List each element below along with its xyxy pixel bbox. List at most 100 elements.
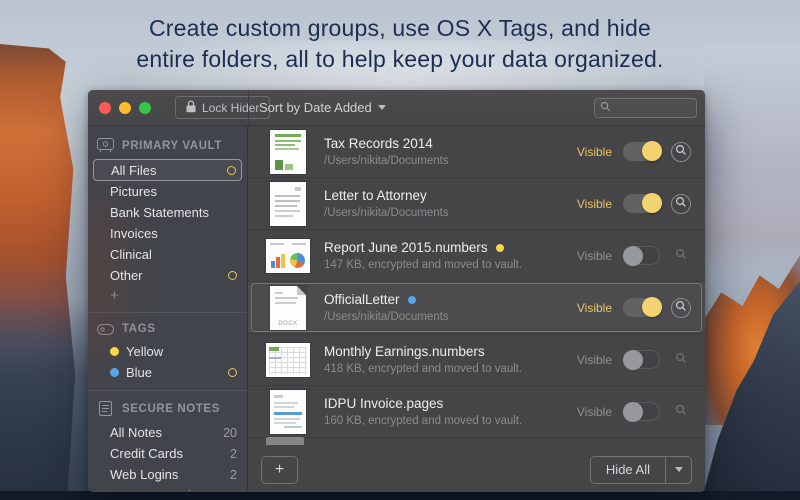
file-info: Tax Records 2014/Users/nikita/Documents [324,136,449,167]
preview-search-button[interactable] [671,194,691,214]
sidebar-item-invoices[interactable]: Invoices [88,223,247,244]
tag-color-dot [110,368,119,377]
file-thumbnail [270,390,306,434]
toggle-knob [623,350,643,370]
sidebar-section-header-secure-notes: SECURE NOTES [88,393,247,422]
add-file-button[interactable]: + [261,456,298,484]
row-controls: Visible [577,142,691,162]
file-thumbnail-slot [266,130,310,174]
file-thumbnail [270,130,306,174]
visible-label: Visible [577,197,612,211]
visible-label: Visible [577,301,612,315]
app-window: Lock Hider Sort by Date Added PRIMARY VA… [88,90,705,492]
visible-label: Visible [577,145,612,159]
sort-menu[interactable]: Sort by Date Added [259,100,386,115]
hide-all-button[interactable]: Hide All [591,457,665,483]
file-name: Monthly Earnings.numbers [324,344,485,359]
visibility-toggle[interactable] [623,194,660,213]
sidebar-item-web-logins[interactable]: Web Logins2 [88,464,247,485]
file-row[interactable]: Letter to Attorney/Users/nikita/Document… [248,178,705,230]
vault-icon [96,138,114,153]
sidebar-item-account-numbers[interactable]: Account Numbers2 [88,485,247,491]
file-title-line: OfficialLetter [324,292,449,307]
row-controls: Visible [577,350,691,370]
sidebar-item-label: Clinical [110,247,152,262]
minimize-button[interactable] [119,102,131,114]
sidebar-item-all-notes[interactable]: All Notes20 [88,422,247,443]
preview-search-button[interactable] [671,298,691,318]
note-icon [96,401,114,416]
sidebar: PRIMARY VAULT All FilesPictures Bank State… [88,126,248,491]
yellow-ring-indicator [227,166,236,175]
wallpaper-left-shade [0,300,90,491]
file-subtitle: /Users/nikita/Documents [324,311,449,323]
visibility-toggle[interactable] [623,246,660,265]
file-title-line: IDPU Invoice.pages [324,396,522,411]
search-field[interactable] [594,98,697,118]
titlebar: Lock Hider Sort by Date Added [88,90,705,126]
wallpaper-right-mist [704,44,800,274]
chevron-down-icon [378,105,386,110]
yellow-ring-indicator [228,368,237,377]
sidebar-item-credit-cards[interactable]: Credit Cards2 [88,443,247,464]
sidebar-item-bank-statements[interactable]: Bank Statements [88,202,247,223]
file-thumbnail-slot [266,182,310,226]
file-thumbnail [266,239,310,273]
file-thumbnail [270,182,306,226]
headline-line-1: Create custom groups, use OS X Tags, and… [0,13,800,44]
preview-search-button[interactable] [671,350,691,370]
sidebar-item-other[interactable]: Other [88,265,247,286]
magnifier-icon [675,195,687,213]
sidebar-item-label: Invoices [110,226,158,241]
file-thumbnail-slot [266,239,310,273]
marketing-headline: Create custom groups, use OS X Tags, and… [0,13,800,75]
visibility-toggle[interactable] [623,402,660,421]
row-controls: Visible [577,402,691,422]
sidebar-section-title: PRIMARY VAULT [122,140,222,152]
file-subtitle: 418 KB, encrypted and moved to vault. [324,363,522,375]
file-row[interactable]: Tax Records 2014/Users/nikita/Documents V… [248,126,705,178]
zoom-button[interactable] [139,102,151,114]
sidebar-add-button[interactable]: + [88,286,247,305]
lock-hider-label: Lock Hider [202,101,259,115]
magnifier-icon [675,143,687,161]
file-title-line: Monthly Earnings.numbers [324,344,522,359]
sidebar-item-pictures[interactable]: Pictures [88,181,247,202]
magnifier-icon [675,299,687,317]
partial-next-row-thumbnail [266,437,304,445]
yellow-ring-indicator [228,271,237,280]
sort-label: Sort by Date Added [259,100,372,115]
sidebar-item-label: Credit Cards [110,446,183,461]
file-name: Tax Records 2014 [324,136,433,151]
sidebar-item-label: Blue [126,365,152,380]
preview-search-button[interactable] [671,246,691,266]
hide-all-dropdown-button[interactable] [666,457,691,483]
visible-label: Visible [577,353,612,367]
file-row[interactable]: Monthly Earnings.numbers 418 KB, encrypte… [248,334,705,386]
file-title-line: Letter to Attorney [324,188,449,203]
visibility-toggle[interactable] [623,298,660,317]
file-row[interactable]: Report June 2015.numbers147 KB, encrypte… [248,230,705,282]
file-row[interactable]: DOCXOfficialLetter/Users/nikita/Document… [248,282,705,334]
lock-hider-button[interactable]: Lock Hider [175,96,270,119]
visibility-toggle[interactable] [623,142,660,161]
wallpaper-bottom-strip [0,491,800,500]
close-button[interactable] [99,102,111,114]
preview-search-button[interactable] [671,402,691,422]
search-input[interactable] [615,101,691,115]
file-info: OfficialLetter/Users/nikita/Documents [324,292,449,323]
sidebar-item-yellow[interactable]: Yellow [88,341,247,362]
file-info: Monthly Earnings.numbers 418 KB, encrypte… [324,344,522,375]
sidebar-section-divider [88,312,247,313]
preview-search-button[interactable] [671,142,691,162]
sidebar-item-clinical[interactable]: Clinical [88,244,247,265]
sidebar-item-all-files[interactable]: All Files [93,159,242,181]
window-content: PRIMARY VAULT All FilesPictures Bank State… [88,126,705,491]
sidebar-item-label: Bank Statements [110,205,209,220]
file-info: IDPU Invoice.pages160 KB, encrypted and … [324,396,522,427]
toggle-knob [642,193,662,213]
visibility-toggle[interactable] [623,350,660,369]
sidebar-item-blue[interactable]: Blue [88,362,247,383]
file-name: Letter to Attorney [324,188,427,203]
file-row[interactable]: IDPU Invoice.pages160 KB, encrypted and … [248,386,705,438]
